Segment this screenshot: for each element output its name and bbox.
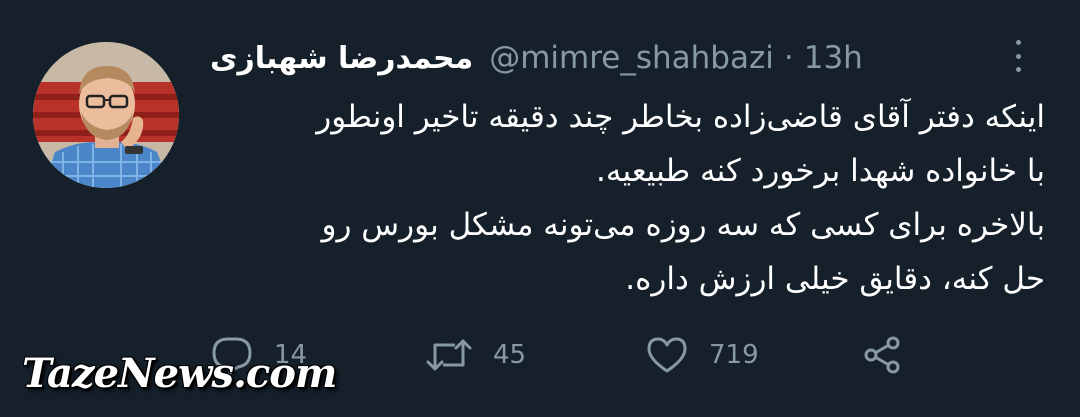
tweet-card[interactable]: محمدرضا شهبازی @mimre_shahbazi · 13h این… xyxy=(0,0,1080,417)
more-vertical-icon[interactable] xyxy=(1006,38,1030,74)
share-icon xyxy=(864,336,900,374)
tweet-body-line: با خانواده شهدا برخورد کنه طبیعیه. xyxy=(596,153,1045,189)
watermark: TazeNews.com xyxy=(22,350,337,397)
retweet-button[interactable]: 45 xyxy=(425,330,526,380)
separator: · xyxy=(783,40,794,76)
tweet-time[interactable]: 13h xyxy=(804,40,863,76)
heart-icon xyxy=(647,337,687,373)
display-name[interactable]: محمدرضا شهبازی xyxy=(210,41,473,76)
tweet-body-line: حل کنه، دقایق خیلی ارزش داره. xyxy=(625,261,1045,297)
tweet-body-line: اینکه دفتر آقای قاضی‌زاده بخاطر چند دقیق… xyxy=(316,99,1045,135)
retweet-count: 45 xyxy=(493,340,527,370)
share-button[interactable] xyxy=(860,330,924,380)
avatar[interactable] xyxy=(33,42,179,188)
user-handle[interactable]: @mimre_shahbazi xyxy=(489,40,774,76)
tweet-body-line: بالاخره برای کسی که سه روزه می‌تونه مشکل… xyxy=(321,207,1045,243)
like-button[interactable]: 719 xyxy=(645,330,759,380)
tweet-header: محمدرضا شهبازی @mimre_shahbazi · 13h xyxy=(210,36,960,80)
like-count: 719 xyxy=(709,340,759,370)
tweet-body: اینکه دفتر آقای قاضی‌زاده بخاطر چند دقیق… xyxy=(205,90,1045,306)
retweet-icon xyxy=(426,339,472,371)
